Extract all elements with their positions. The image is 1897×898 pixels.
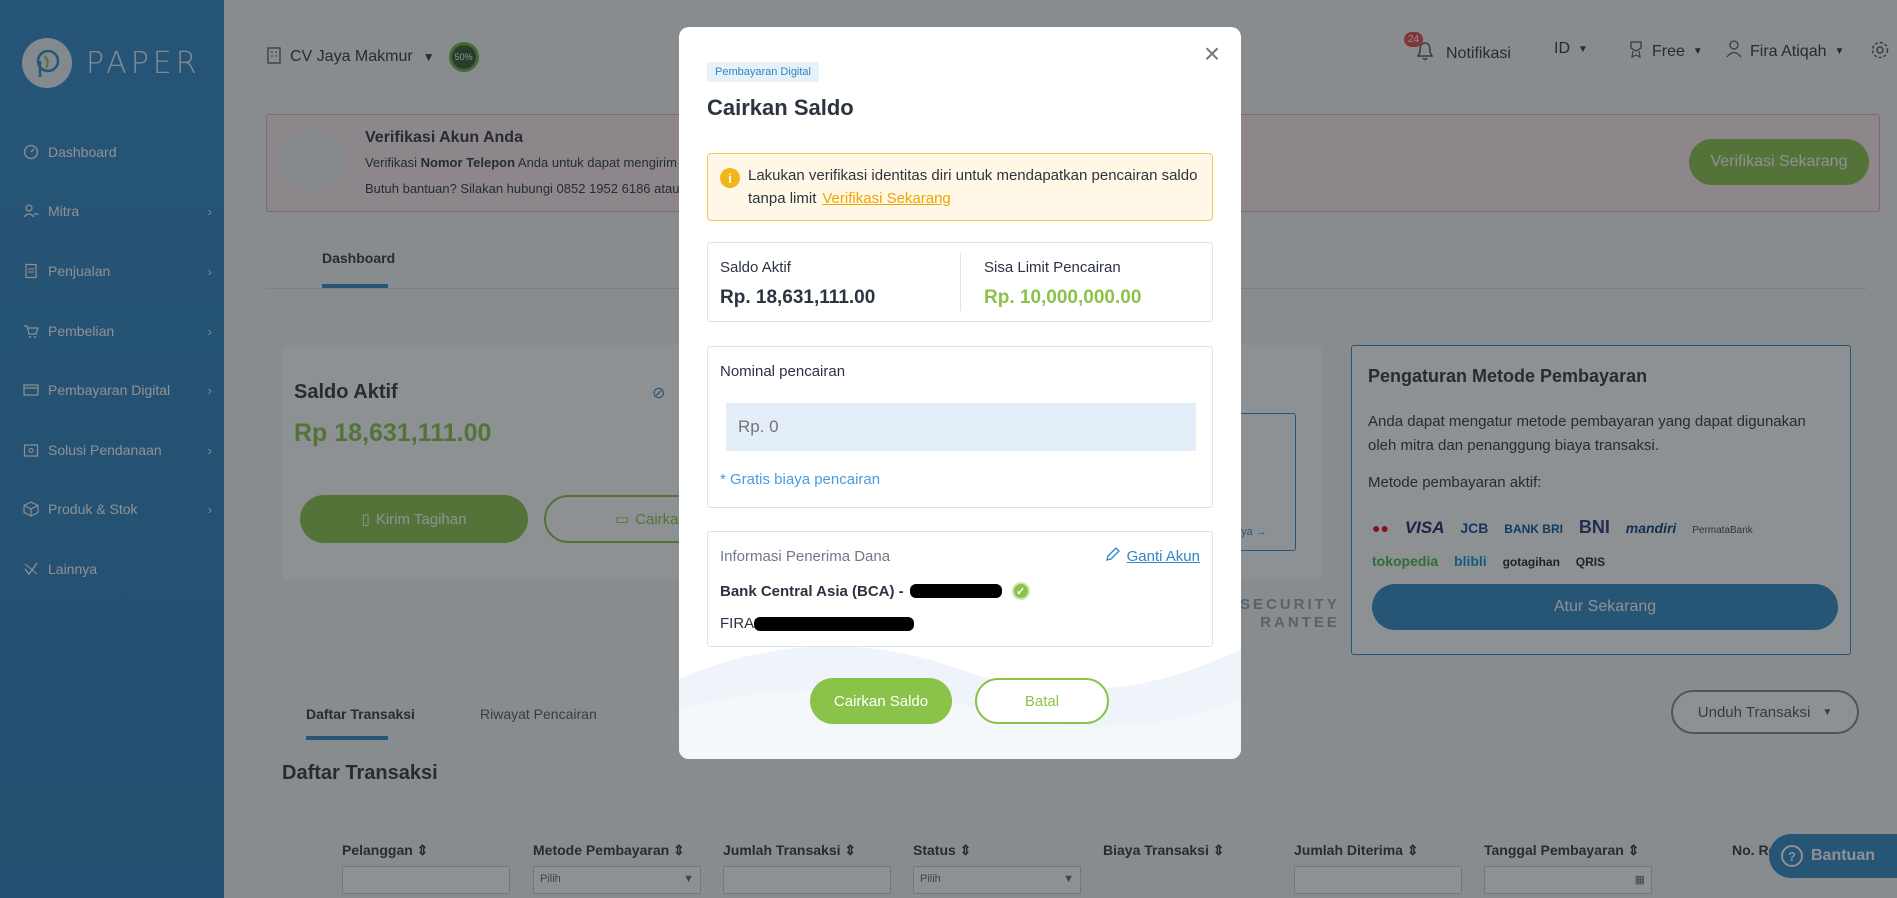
account-holder-name: FIRA bbox=[720, 615, 755, 632]
edit-icon bbox=[1105, 546, 1121, 566]
modal-title: Cairkan Saldo bbox=[707, 95, 854, 120]
cairkan-saldo-button[interactable]: Cairkan Saldo bbox=[810, 678, 952, 724]
saldo-aktif-value: Rp. 18,631,111.00 bbox=[720, 287, 876, 308]
close-icon[interactable]: × bbox=[1199, 40, 1225, 68]
account-holder: FIRA bbox=[720, 615, 915, 632]
verified-check-icon: ✓ bbox=[1011, 582, 1030, 600]
limit-label: Sisa Limit Pencairan bbox=[984, 259, 1121, 276]
verification-alert: i Lakukan verifikasi identitas diri untu… bbox=[707, 153, 1213, 221]
saldo-aktif-label: Saldo Aktif bbox=[720, 259, 791, 276]
change-account-link[interactable]: Ganti Akun bbox=[1105, 546, 1200, 566]
nominal-label: Nominal pencairan bbox=[720, 363, 846, 380]
redacted-name bbox=[754, 616, 915, 631]
info-icon: i bbox=[720, 168, 740, 188]
bank-name: Bank Central Asia (BCA) - bbox=[720, 582, 904, 600]
alert-message: Lakukan verifikasi identitas diri untuk … bbox=[748, 167, 1198, 207]
recipient-info: Informasi Penerima Dana Ganti Akun Bank … bbox=[707, 531, 1213, 647]
nominal-section: Nominal pencairan * Gratis biaya pencair… bbox=[707, 346, 1213, 508]
bank-account: Bank Central Asia (BCA) - ✓ bbox=[720, 582, 1030, 600]
change-account-label: Ganti Akun bbox=[1126, 547, 1200, 565]
free-fee-note: * Gratis biaya pencairan bbox=[720, 471, 881, 488]
cairkan-saldo-modal: × Pembayaran Digital Cairkan Saldo i Lak… bbox=[679, 27, 1241, 759]
redacted-account-number bbox=[909, 584, 1002, 598]
recipient-info-label: Informasi Penerima Dana bbox=[720, 548, 891, 565]
limit-value: Rp. 10,000,000.00 bbox=[984, 287, 1142, 308]
modal-tag: Pembayaran Digital bbox=[707, 62, 819, 82]
nominal-input[interactable] bbox=[726, 403, 1196, 451]
alert-text: Lakukan verifikasi identitas diri untuk … bbox=[748, 164, 1204, 210]
balance-summary: Saldo Aktif Rp. 18,631,111.00 Sisa Limit… bbox=[707, 242, 1213, 322]
divider bbox=[960, 253, 961, 311]
verify-now-link[interactable]: Verifikasi Sekarang bbox=[822, 190, 950, 207]
cancel-button[interactable]: Batal bbox=[975, 678, 1109, 724]
